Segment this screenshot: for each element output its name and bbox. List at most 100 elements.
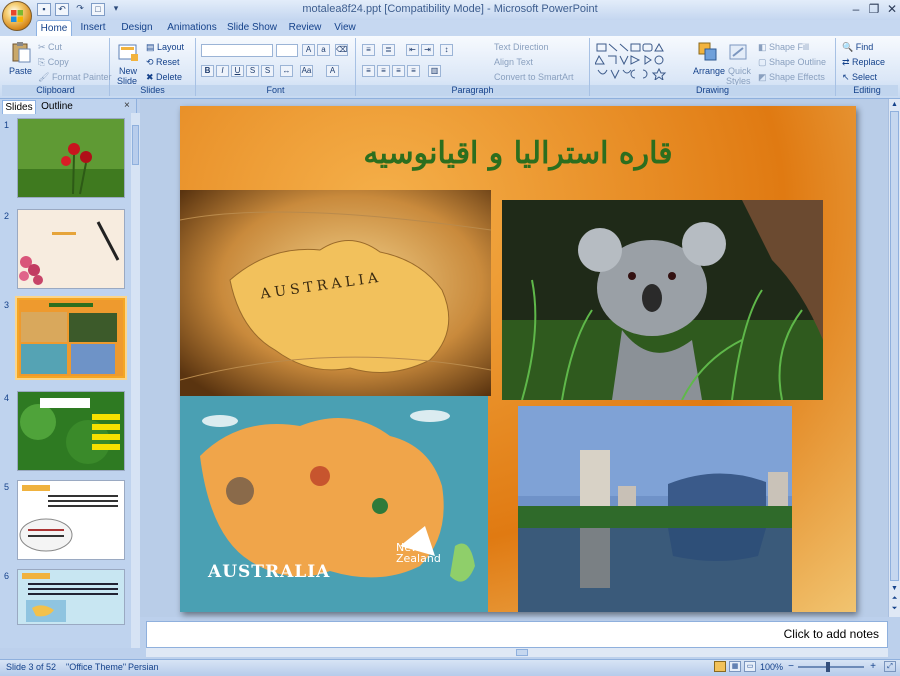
- select-button[interactable]: ↖ Select: [842, 72, 877, 83]
- tab-review[interactable]: Review: [287, 20, 323, 36]
- copy-button[interactable]: ⎘ Copy: [38, 57, 69, 68]
- paragraph-group: ≡ ≣ ⇤ ⇥ ↕ ≡ ≡ ≡ ≡ ▥ Text Direction Align…: [356, 38, 590, 96]
- align-right-icon[interactable]: ≡: [392, 65, 405, 77]
- normal-view-icon[interactable]: [714, 661, 726, 672]
- justify-icon[interactable]: ≡: [407, 65, 420, 77]
- minimize-icon[interactable]: –: [848, 2, 864, 17]
- zoom-in-icon[interactable]: +: [868, 662, 878, 672]
- shapes-gallery-icon[interactable]: [595, 42, 687, 80]
- illustrated-map-photo[interactable]: AUSTRALIA New Zealand: [180, 396, 488, 612]
- next-slide-icon[interactable]: ⏷: [890, 605, 899, 613]
- columns-icon[interactable]: ▥: [428, 65, 441, 77]
- paragraph-label: Paragraph: [356, 85, 589, 96]
- font-size-field[interactable]: [276, 44, 298, 57]
- slide-thumbnail-selected[interactable]: [17, 298, 125, 378]
- replace-button[interactable]: ⇄ Replace: [842, 57, 885, 68]
- horizontal-scroll-thumb[interactable]: [516, 649, 528, 656]
- align-text-button[interactable]: Align Text: [494, 57, 533, 67]
- scroll-up-icon[interactable]: ▲: [890, 101, 899, 109]
- grow-font-icon[interactable]: A: [302, 44, 315, 56]
- tab-slide-show[interactable]: Slide Show: [226, 20, 278, 36]
- slide-sorter-icon[interactable]: ▦: [729, 661, 741, 672]
- shape-fill-button[interactable]: ◧ Shape Fill: [758, 42, 809, 53]
- new-slide-label[interactable]: New: [119, 66, 137, 76]
- close-panel-icon[interactable]: ×: [124, 100, 134, 112]
- reset-label: Reset: [156, 57, 180, 67]
- shrink-font-icon[interactable]: a: [317, 44, 330, 56]
- zoom-level[interactable]: 100%: [760, 662, 783, 672]
- zoom-slider[interactable]: [798, 666, 864, 668]
- office-button[interactable]: [2, 1, 32, 31]
- font-color-icon[interactable]: A: [326, 65, 339, 77]
- font-name-field[interactable]: [201, 44, 273, 57]
- slide-canvas[interactable]: قاره استراليا و اقيانوسيه AUSTRALIA AUST…: [180, 106, 856, 612]
- slide-thumbnail[interactable]: [17, 480, 125, 560]
- editor-scroll-thumb[interactable]: [890, 111, 899, 581]
- horizontal-scrollbar[interactable]: [146, 648, 888, 657]
- slide-show-icon[interactable]: ▭: [744, 661, 756, 672]
- underline-icon[interactable]: U: [231, 65, 244, 77]
- slide-thumbnail[interactable]: [17, 118, 125, 198]
- quick-styles-label[interactable]: Quick: [728, 66, 751, 76]
- line-spacing-icon[interactable]: ↕: [440, 44, 453, 56]
- tab-home[interactable]: Home: [36, 20, 72, 36]
- strikethrough-icon[interactable]: S: [246, 65, 259, 77]
- scroll-down-icon[interactable]: ▼: [890, 585, 899, 593]
- zoom-out-icon[interactable]: −: [786, 662, 796, 672]
- align-center-icon[interactable]: ≡: [377, 65, 390, 77]
- delete-button[interactable]: ✖ Delete: [146, 72, 182, 83]
- layout-button[interactable]: ▤ Layout: [146, 42, 184, 53]
- panel-scroll-thumb[interactable]: [132, 125, 139, 165]
- format-painter-button[interactable]: 🖌 Format Painter: [38, 72, 111, 83]
- koala-image: [502, 200, 823, 400]
- reset-button[interactable]: ⟲ Reset: [146, 57, 180, 68]
- slide-thumbnail[interactable]: [17, 391, 125, 471]
- bold-icon[interactable]: B: [201, 65, 214, 77]
- align-left-icon[interactable]: ≡: [362, 65, 375, 77]
- slide-thumbnail[interactable]: [17, 569, 125, 625]
- change-case-icon[interactable]: Aa: [300, 65, 313, 77]
- restore-icon[interactable]: ❐: [866, 2, 882, 17]
- tab-view[interactable]: View: [332, 20, 358, 36]
- find-button[interactable]: 🔍 Find: [842, 42, 873, 53]
- close-icon[interactable]: ✕: [884, 2, 900, 17]
- shadow-icon[interactable]: S: [261, 65, 274, 77]
- clear-format-icon[interactable]: ⌫: [335, 44, 348, 56]
- arrange-icon[interactable]: [697, 41, 719, 63]
- bullets-icon[interactable]: ≡: [362, 44, 375, 56]
- slide-thumbnail[interactable]: [17, 209, 125, 289]
- decrease-indent-icon[interactable]: ⇤: [406, 44, 419, 56]
- cut-button[interactable]: ✂ Cut: [38, 42, 62, 53]
- italic-icon[interactable]: I: [216, 65, 229, 77]
- convert-smartart-button[interactable]: Convert to SmartArt: [494, 72, 574, 82]
- tab-animations[interactable]: Animations: [166, 20, 218, 36]
- numbering-icon[interactable]: ≣: [382, 44, 395, 56]
- panel-scrollbar[interactable]: [131, 113, 140, 648]
- fit-to-window-icon[interactable]: ⤢: [884, 661, 896, 672]
- text-direction-button[interactable]: Text Direction: [494, 42, 549, 52]
- tab-outline[interactable]: Outline: [38, 100, 76, 113]
- spacing-icon[interactable]: ↔: [280, 65, 293, 77]
- previous-slide-icon[interactable]: ⏶: [890, 595, 899, 603]
- tab-design[interactable]: Design: [117, 20, 157, 36]
- tab-slides[interactable]: Slides: [2, 100, 36, 114]
- pen-roses-thumbnail-image: [18, 210, 124, 288]
- shape-effects-button[interactable]: ◩ Shape Effects: [758, 72, 825, 83]
- city-photo[interactable]: [518, 406, 792, 612]
- increase-indent-icon[interactable]: ⇥: [421, 44, 434, 56]
- australia-globe-photo[interactable]: AUSTRALIA: [180, 190, 491, 396]
- tab-insert[interactable]: Insert: [76, 20, 110, 36]
- shape-outline-button[interactable]: ▢ Shape Outline: [758, 57, 826, 68]
- quick-styles-icon[interactable]: [728, 41, 750, 63]
- paste-button[interactable]: Paste: [9, 66, 32, 76]
- koala-photo[interactable]: [502, 200, 823, 400]
- editor-scrollbar[interactable]: ▲ ▼ ⏶ ⏷: [888, 99, 900, 617]
- language[interactable]: Persian: [128, 662, 159, 672]
- paste-icon[interactable]: [10, 41, 32, 63]
- slide-title[interactable]: قاره استراليا و اقيانوسيه: [180, 136, 856, 171]
- zoom-slider-handle[interactable]: [826, 662, 830, 672]
- notes-pane[interactable]: Click to add notes: [146, 621, 888, 648]
- drawing-group: Arrange Quick Styles ◧ Shape Fill ▢ Shap…: [590, 38, 836, 96]
- new-slide-icon[interactable]: [117, 41, 139, 63]
- arrange-button[interactable]: Arrange: [693, 66, 725, 76]
